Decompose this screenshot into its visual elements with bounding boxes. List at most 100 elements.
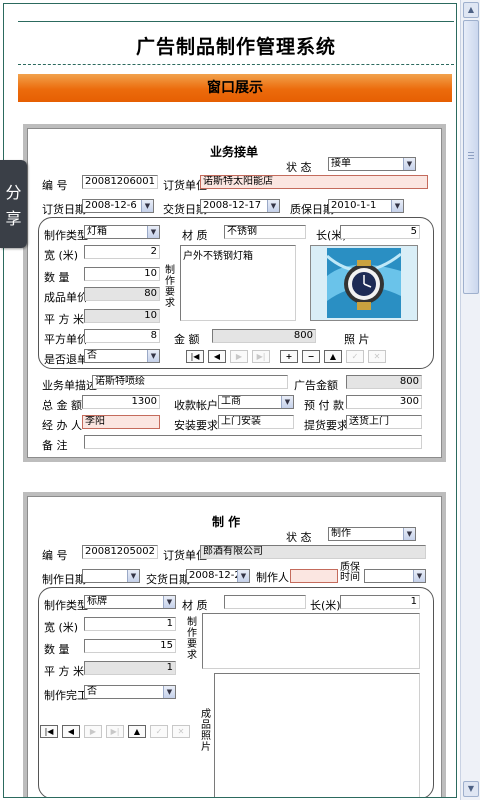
scroll-down-icon[interactable]: ▼ [463,781,479,797]
requirement-textarea[interactable]: 户外不锈钢灯箱 [180,245,296,321]
header-divider [18,64,454,65]
share-tab[interactable]: 分 享 [0,160,27,248]
production-window: 制 作 状 态 制作 ▼ 编 号 20081205002 订货单位 郎酒有限公司 … [23,492,446,797]
maker-field[interactable] [290,569,338,583]
desc-field[interactable]: 诺斯特喷绘 [92,375,288,389]
chevron-down-icon[interactable]: ▼ [403,158,415,170]
prod-status-select[interactable]: 制作 ▼ [328,527,416,541]
make-date-select[interactable]: ▼ [82,569,140,583]
chevron-down-icon[interactable]: ▼ [141,200,153,212]
total-label: 总 金 额 [42,399,82,412]
done-select[interactable]: 否 ▼ [84,685,176,699]
scroll-up-icon[interactable]: ▲ [463,2,479,18]
prod-type-select[interactable]: 标牌 ▼ [84,595,176,609]
pickup-field[interactable]: 送货上门 [346,415,422,429]
qty-label: 数 量 [44,271,70,284]
next-record-button: ▶ [230,350,248,363]
prod-warranty-select[interactable]: ▼ [364,569,426,583]
confirm-record-button: ✓ [346,350,364,363]
add-record-button[interactable]: + [280,350,298,363]
photo-label: 照 片 [344,333,370,346]
warranty-select[interactable]: 2010-1-1 ▼ [328,199,404,213]
total-field[interactable]: 1300 [82,395,160,409]
prod-no-field[interactable]: 20081205002 [82,545,158,559]
pickup-label: 提货要求 [304,419,348,432]
material-field[interactable]: 不锈钢 [224,225,306,239]
cancel-record-button: ✕ [368,350,386,363]
account-select[interactable]: 工商 ▼ [218,395,294,409]
chevron-down-icon[interactable]: ▼ [403,528,415,540]
save-record-button[interactable]: ▲ [324,350,342,363]
chevron-down-icon[interactable]: ▼ [281,396,293,408]
status-select[interactable]: 接单 ▼ [328,157,416,171]
width-label: 宽 (米) [44,249,79,262]
material-label: 材 质 [182,229,208,242]
chevron-down-icon[interactable]: ▼ [147,226,159,238]
prod-delivery-label: 交货日期 [146,573,190,586]
prod-width-field[interactable]: 1 [84,617,176,631]
prod-first-button[interactable]: |◀ [40,725,58,738]
prod-material-label: 材 质 [182,599,208,612]
done-label: 制作完工 [44,689,88,702]
delivery-date-select[interactable]: 2008-12-17 ▼ [200,199,280,213]
handler-field[interactable]: 李阳 [82,415,160,429]
prod-length-field[interactable]: 1 [340,595,420,609]
page-frame: 广告制品制作管理系统 窗口展示 业务接单 状 态 接单 ▼ 编 号 2008120… [3,3,457,798]
prod-sqm-field: 1 [84,661,176,675]
prepay-field[interactable]: 300 [346,395,422,409]
type-select[interactable]: 灯箱 ▼ [84,225,160,239]
sqm-price-field[interactable]: 8 [84,329,160,343]
chevron-down-icon[interactable]: ▼ [391,200,403,212]
prev-record-button[interactable]: ◀ [208,350,226,363]
prod-photo-box[interactable] [214,673,420,797]
install-field[interactable]: 上门安装 [218,415,294,429]
system-title: 广告制品制作管理系统 [135,36,336,58]
order-date-label: 订货日期 [42,203,86,216]
qty-field[interactable]: 10 [84,267,160,281]
prod-qty-label: 数 量 [44,643,70,656]
prod-material-field[interactable] [224,595,306,609]
ad-amount-label: 广告金额 [294,379,338,392]
prod-save-button[interactable]: ▲ [128,725,146,738]
prod-type-label: 制作类型 [44,599,88,612]
prod-prev-button[interactable]: ◀ [62,725,80,738]
unit-cost-field: 80 [84,287,160,301]
chevron-down-icon[interactable]: ▼ [127,570,139,582]
no-field[interactable]: 20081206001 [82,175,158,189]
prod-client-field: 郎酒有限公司 [200,545,426,559]
delete-record-button[interactable]: − [302,350,320,363]
chevron-down-icon[interactable]: ▼ [163,686,175,698]
prod-delivery-select[interactable]: 2008-12-20 ▼ [186,569,250,583]
section-banner: 窗口展示 [18,74,452,102]
prod-qty-field[interactable]: 15 [84,639,176,653]
remark-field[interactable] [84,435,422,449]
prod-confirm-button: ✓ [150,725,168,738]
scroll-thumb[interactable] [463,20,479,294]
order-title: 业务接单 [210,145,259,159]
handler-label: 经 办 人 [42,419,82,432]
amount-label: 金 额 [174,333,200,346]
chevron-down-icon[interactable]: ▼ [267,200,279,212]
prod-requirement-textarea[interactable] [202,613,420,669]
prod-status-label: 状 态 [286,531,312,544]
production-title: 制 作 [212,515,241,529]
amount-field: 800 [212,329,316,343]
product-photo[interactable] [310,245,418,321]
chevron-down-icon[interactable]: ▼ [413,570,425,582]
desc-label: 业务单描述 [42,379,97,392]
share-label-2: 享 [5,209,22,228]
chevron-down-icon[interactable]: ▼ [163,596,175,608]
client-field[interactable]: 诺斯特太阳能店 [200,175,428,189]
chevron-down-icon[interactable]: ▼ [147,350,159,362]
make-date-label: 制作日期 [42,573,86,586]
prepay-label: 预 付 款 [304,399,344,412]
order-date-select[interactable]: 2008-12-6 ▼ [82,199,154,213]
returned-select[interactable]: 否 ▼ [84,349,160,363]
chevron-down-icon[interactable]: ▼ [237,570,249,582]
vertical-scrollbar[interactable]: ▲ ▼ [460,0,480,800]
unit-cost-label: 成品单价 [44,291,88,304]
width-field[interactable]: 2 [84,245,160,259]
status-label: 状 态 [286,161,312,174]
first-record-button[interactable]: |◀ [186,350,204,363]
length-field[interactable]: 5 [340,225,420,239]
